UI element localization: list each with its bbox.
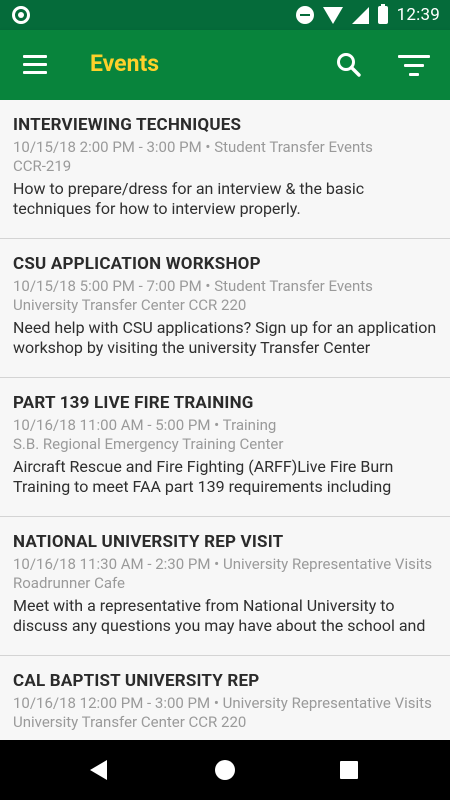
system-nav-bar <box>0 740 450 800</box>
event-list-item[interactable]: CAL BAPTIST UNIVERSITY REP 10/16/18 12:0… <box>0 656 450 740</box>
menu-icon[interactable] <box>23 55 47 74</box>
event-datetime: 10/15/18 2:00 PM - 3:00 PM <box>13 138 202 156</box>
filter-icon[interactable] <box>398 53 430 79</box>
event-list-item[interactable]: CSU APPLICATION WORKSHOP 10/15/18 5:00 P… <box>0 239 450 378</box>
status-time: 12:39 <box>396 5 440 25</box>
do-not-disturb-icon <box>295 6 314 24</box>
event-location: CCR-219 <box>13 157 72 175</box>
event-title: INTERVIEWING TECHNIQUES <box>13 115 242 135</box>
event-category: Student Transfer Events <box>214 277 373 295</box>
event-meta: 10/16/18 12:00 PM - 3:00 PM • University… <box>13 694 437 712</box>
page-title: Events <box>90 50 160 77</box>
event-title: NATIONAL UNIVERSITY REP VISIT <box>13 532 284 552</box>
events-list[interactable]: INTERVIEWING TECHNIQUES 10/15/18 2:00 PM… <box>0 100 450 740</box>
event-category: University Representative Visits <box>222 555 433 573</box>
status-icons: 12:39 <box>295 0 440 30</box>
meta-separator: • <box>213 694 219 712</box>
event-datetime: 10/16/18 12:00 PM - 3:00 PM <box>13 694 211 712</box>
event-description: Need help with CSU applications? Sign up… <box>13 318 437 357</box>
event-title: PART 139 LIVE FIRE TRAINING <box>13 393 254 413</box>
event-datetime: 10/16/18 11:00 AM - 5:00 PM <box>13 416 211 434</box>
meta-separator: • <box>205 277 211 295</box>
meta-separator: • <box>214 555 220 573</box>
wifi-icon <box>322 6 343 24</box>
event-title: CSU APPLICATION WORKSHOP <box>13 254 261 274</box>
event-description: Meet with a representative from National… <box>13 596 426 635</box>
event-list-item[interactable]: PART 139 LIVE FIRE TRAINING 10/16/18 11:… <box>0 378 450 517</box>
app-bar: Events <box>0 30 450 100</box>
event-location: University Transfer Center CCR 220 <box>13 713 247 731</box>
event-category: University Representative Visits <box>222 694 432 712</box>
recents-icon[interactable] <box>340 761 358 779</box>
event-title: CAL BAPTIST UNIVERSITY REP <box>13 671 260 691</box>
event-location: S.B. Regional Emergency Training Center <box>13 435 284 453</box>
event-list-item[interactable]: INTERVIEWING TECHNIQUES 10/15/18 2:00 PM… <box>0 100 450 239</box>
back-icon[interactable] <box>90 760 107 780</box>
app-notification-icon <box>12 6 30 24</box>
event-description: How to prepare/dress for an interview & … <box>13 179 365 218</box>
event-meta: 10/16/18 11:00 AM - 5:00 PM • Training <box>13 416 437 434</box>
event-meta: 10/15/18 5:00 PM - 7:00 PM • Student Tra… <box>13 277 437 295</box>
meta-separator: • <box>205 138 211 156</box>
status-bar: 12:39 <box>0 0 450 30</box>
meta-separator: • <box>214 416 220 434</box>
search-icon[interactable] <box>334 50 364 80</box>
event-location: University Transfer Center CCR 220 <box>13 296 247 314</box>
event-category: Training <box>222 416 277 434</box>
battery-icon <box>377 4 388 24</box>
event-category: Student Transfer Events <box>214 138 373 156</box>
event-meta: 10/15/18 2:00 PM - 3:00 PM • Student Tra… <box>13 138 437 156</box>
event-datetime: 10/16/18 11:30 AM - 2:30 PM <box>13 555 211 573</box>
home-icon[interactable] <box>215 760 235 780</box>
event-datetime: 10/15/18 5:00 PM - 7:00 PM <box>13 277 202 295</box>
event-list-item[interactable]: NATIONAL UNIVERSITY REP VISIT 10/16/18 1… <box>0 517 450 656</box>
event-meta: 10/16/18 11:30 AM - 2:30 PM • University… <box>13 555 437 573</box>
cell-signal-icon <box>351 6 369 24</box>
event-location: Roadrunner Cafe <box>13 574 126 592</box>
event-description: Aircraft Rescue and Fire Fighting (ARFF)… <box>13 457 394 496</box>
